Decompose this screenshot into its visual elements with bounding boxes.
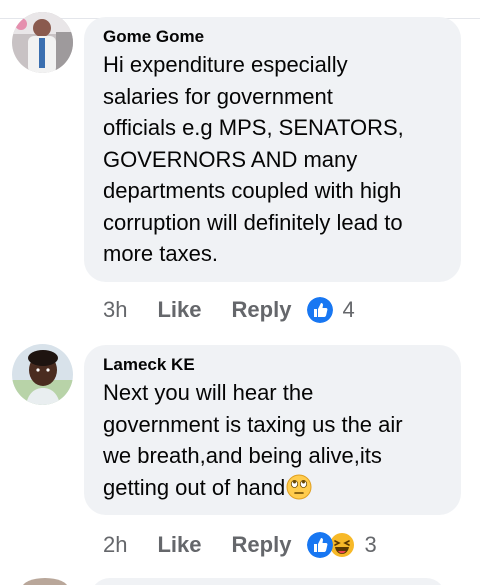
reply-button[interactable]: Reply (232, 532, 292, 558)
haha-reaction-icon (329, 532, 356, 558)
comment-text-body: Next you will hear the government is tax… (103, 380, 403, 500)
comment-bubble: Gome Gome Hi expenditure especially sala… (84, 17, 461, 282)
reactions-summary[interactable]: 4 (307, 297, 355, 323)
reply-button[interactable]: Reply (232, 297, 292, 323)
comment-text: Next you will hear the government is tax… (103, 377, 443, 503)
avatar[interactable] (12, 12, 73, 73)
comment-text: Hi expenditure especially salaries for g… (103, 52, 404, 266)
avatar[interactable] (22, 578, 68, 585)
comment-bubble (90, 578, 446, 585)
comment-bubble: Lameck KE Next you will hear the governm… (84, 345, 461, 515)
comment-actions: 2h Like Reply 3 (103, 530, 377, 560)
like-button[interactable]: Like (157, 297, 201, 323)
like-reaction-icon (307, 532, 334, 558)
reaction-count: 4 (342, 297, 355, 322)
rolling-eyes-emoji-icon (286, 474, 312, 499)
comment-actions: 3h Like Reply 4 (103, 295, 355, 325)
reactions-summary[interactable]: 3 (307, 532, 377, 558)
comment-author[interactable]: Gome Gome (103, 27, 443, 47)
comment-timestamp[interactable]: 2h (103, 532, 127, 558)
avatar[interactable] (12, 344, 73, 405)
comment-timestamp[interactable]: 3h (103, 297, 127, 323)
like-button[interactable]: Like (157, 532, 201, 558)
like-reaction-icon (307, 297, 334, 323)
reaction-count: 3 (364, 532, 377, 557)
comment-author[interactable]: Lameck KE (103, 355, 443, 375)
